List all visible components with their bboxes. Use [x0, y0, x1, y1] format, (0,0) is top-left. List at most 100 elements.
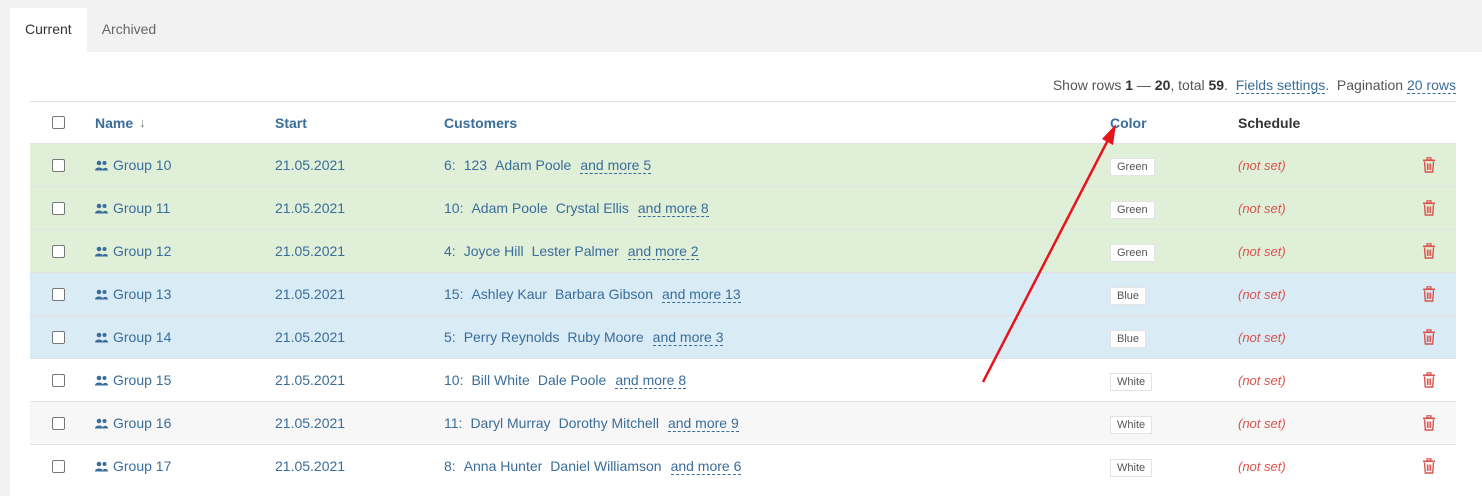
- table-row: Group 12 21.05.2021 4: Joyce Hill Lester …: [30, 229, 1456, 272]
- delete-cell: [1422, 144, 1436, 186]
- customer-link[interactable]: Daniel Williamson: [550, 458, 661, 474]
- summary-period-2: .: [1325, 77, 1330, 93]
- trash-icon[interactable]: [1422, 200, 1436, 216]
- group-name-cell: Group 12: [95, 230, 171, 272]
- trash-icon[interactable]: [1422, 415, 1436, 431]
- color-badge: Green: [1110, 158, 1155, 176]
- fields-settings-link[interactable]: Fields settings: [1235, 77, 1326, 94]
- group-name-cell: Group 14: [95, 316, 171, 358]
- tab-current[interactable]: Current: [10, 8, 87, 52]
- schedule-value: (not set): [1238, 243, 1286, 259]
- customers-cell: 15: Ashley Kaur Barbara Gibson and more 1…: [444, 273, 749, 315]
- table-row: Group 10 21.05.2021 6: 123 Adam Poole and…: [30, 143, 1456, 186]
- trash-icon[interactable]: [1422, 372, 1436, 388]
- customer-link[interactable]: Lester Palmer: [532, 243, 619, 259]
- customers-cell: 4: Joyce Hill Lester Palmer and more 2: [444, 230, 707, 272]
- row-checkbox-cell: [52, 144, 65, 186]
- customer-link[interactable]: Barbara Gibson: [555, 286, 653, 302]
- schedule-value: (not set): [1238, 415, 1286, 431]
- row-checkbox[interactable]: [52, 330, 65, 344]
- row-checkbox[interactable]: [52, 459, 65, 473]
- color-badge: White: [1110, 373, 1153, 391]
- table-row: Group 13 21.05.2021 15: Ashley Kaur Barba…: [30, 272, 1456, 315]
- customer-link[interactable]: 123: [464, 157, 487, 173]
- and-more-link[interactable]: and more 8: [615, 372, 687, 389]
- group-name-link[interactable]: Group 15: [113, 372, 171, 388]
- and-more-link[interactable]: and more 6: [670, 458, 742, 475]
- group-name-link[interactable]: Group 12: [113, 243, 171, 259]
- customer-link[interactable]: Joyce Hill: [464, 243, 524, 259]
- table-header: Name ↓ Start Customers Color Schedule: [30, 101, 1456, 143]
- column-color[interactable]: Color: [1110, 102, 1147, 143]
- row-checkbox[interactable]: [52, 158, 65, 172]
- customer-count: 10:: [444, 372, 464, 388]
- column-customers[interactable]: Customers: [444, 102, 517, 143]
- and-more-link[interactable]: and more 3: [652, 329, 724, 346]
- group-name-link[interactable]: Group 10: [113, 157, 171, 173]
- color-cell: White: [1110, 445, 1153, 487]
- customer-link[interactable]: Dorothy Mitchell: [559, 415, 659, 431]
- row-checkbox[interactable]: [52, 201, 65, 215]
- summary-total-label: , total: [1170, 77, 1205, 93]
- group-name-link[interactable]: Group 11: [113, 200, 170, 216]
- customer-link[interactable]: Bill White: [471, 372, 529, 388]
- schedule-value: (not set): [1238, 157, 1286, 173]
- customers-cell: 10: Bill White Dale Poole and more 8: [444, 359, 694, 401]
- schedule-value: (not set): [1238, 458, 1286, 474]
- customer-link[interactable]: Adam Poole: [495, 157, 571, 173]
- color-cell: Green: [1110, 187, 1155, 229]
- row-checkbox[interactable]: [52, 373, 65, 387]
- trash-icon[interactable]: [1422, 243, 1436, 259]
- group-name-link[interactable]: Group 16: [113, 415, 171, 431]
- sort-down-icon: ↓: [139, 115, 146, 130]
- row-checkbox-cell: [52, 402, 65, 444]
- schedule-value: (not set): [1238, 329, 1286, 345]
- column-name[interactable]: Name ↓: [95, 102, 146, 143]
- trash-icon[interactable]: [1422, 329, 1436, 345]
- trash-icon[interactable]: [1422, 458, 1436, 474]
- customer-link[interactable]: Adam Poole: [471, 200, 547, 216]
- group-name-link[interactable]: Group 14: [113, 329, 171, 345]
- table-row: Group 15 21.05.2021 10: Bill White Dale P…: [30, 358, 1456, 401]
- tab-archived[interactable]: Archived: [87, 8, 171, 52]
- customer-link[interactable]: Ruby Moore: [567, 329, 643, 345]
- start-date: 21.05.2021: [275, 329, 346, 345]
- row-checkbox-cell: [52, 445, 65, 487]
- customer-link[interactable]: Crystal Ellis: [556, 200, 629, 216]
- group-icon: [95, 246, 108, 256]
- delete-cell: [1422, 273, 1436, 315]
- customers-cell: 5: Perry Reynolds Ruby Moore and more 3: [444, 316, 731, 358]
- schedule-cell: (not set): [1238, 445, 1286, 487]
- customer-link[interactable]: Dale Poole: [538, 372, 607, 388]
- color-badge: Blue: [1110, 330, 1147, 348]
- customer-link[interactable]: Anna Hunter: [464, 458, 543, 474]
- group-name-link[interactable]: Group 13: [113, 286, 171, 302]
- trash-icon[interactable]: [1422, 157, 1436, 173]
- group-icon: [95, 332, 108, 342]
- row-checkbox-cell: [52, 230, 65, 272]
- customer-link[interactable]: Perry Reynolds: [464, 329, 560, 345]
- and-more-link[interactable]: and more 2: [627, 243, 699, 260]
- group-name-link[interactable]: Group 17: [113, 458, 171, 474]
- customers-cell: 6: 123 Adam Poole and more 5: [444, 144, 659, 186]
- customer-link[interactable]: Daryl Murray: [470, 415, 550, 431]
- color-badge: Green: [1110, 201, 1155, 219]
- row-checkbox[interactable]: [52, 287, 65, 301]
- column-start[interactable]: Start: [275, 102, 307, 143]
- schedule-cell: (not set): [1238, 273, 1286, 315]
- column-name-label: Name: [95, 114, 134, 131]
- group-icon: [95, 375, 108, 385]
- row-checkbox[interactable]: [52, 416, 65, 430]
- summary-range-end: 20: [1154, 77, 1171, 93]
- and-more-link[interactable]: and more 8: [637, 200, 709, 217]
- schedule-cell: (not set): [1238, 316, 1286, 358]
- pagination-link[interactable]: 20 rows: [1406, 77, 1456, 94]
- and-more-link[interactable]: and more 9: [667, 415, 739, 432]
- and-more-link[interactable]: and more 5: [580, 157, 652, 174]
- customer-link[interactable]: Ashley Kaur: [471, 286, 546, 302]
- trash-icon[interactable]: [1422, 286, 1436, 302]
- row-checkbox[interactable]: [52, 244, 65, 258]
- group-name-cell: Group 11: [95, 187, 170, 229]
- select-all-checkbox[interactable]: [52, 116, 65, 129]
- and-more-link[interactable]: and more 13: [662, 286, 741, 303]
